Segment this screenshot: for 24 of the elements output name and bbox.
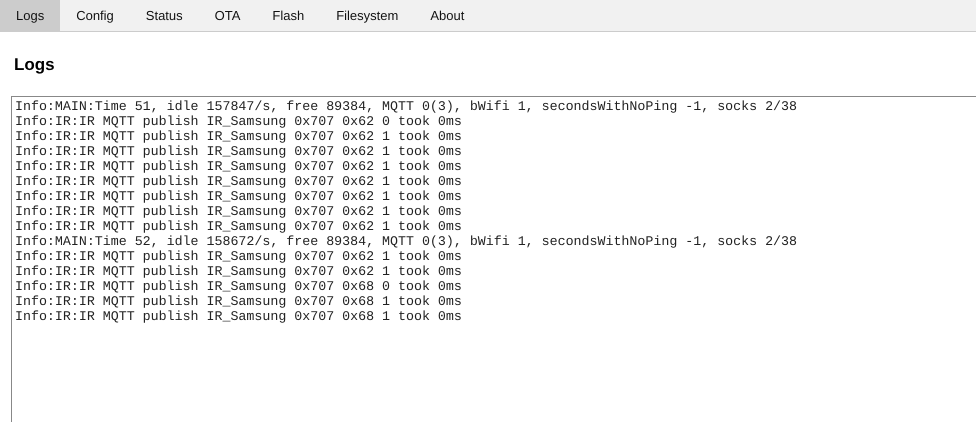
log-line: Info:IR:IR MQTT publish IR_Samsung 0x707 0x62 1 took 0ms <box>15 129 462 144</box>
log-line: Info:IR:IR MQTT publish IR_Samsung 0x707 0x68 1 took 0ms <box>15 309 462 324</box>
log-line: Info:IR:IR MQTT publish IR_Samsung 0x707 0x68 0 took 0ms <box>15 279 462 294</box>
log-line: Info:IR:IR MQTT publish IR_Samsung 0x707 0x62 1 took 0ms <box>15 204 462 219</box>
tab[interactable]: Flash <box>256 0 320 31</box>
log-line: Info:IR:IR MQTT publish IR_Samsung 0x707 0x62 1 took 0ms <box>15 219 462 234</box>
log-line: Info:MAIN:Time 51, idle 157847/s, free 89384, MQTT 0(3), bWifi 1, secondsWithNoPing -1, socks 2/38 <box>15 99 797 114</box>
log-line: Info:IR:IR MQTT publish IR_Samsung 0x707 0x62 1 took 0ms <box>15 249 462 264</box>
log-line: Info:IR:IR MQTT publish IR_Samsung 0x707 0x62 1 took 0ms <box>15 264 462 279</box>
log-line: Info:IR:IR MQTT publish IR_Samsung 0x707 0x62 1 took 0ms <box>15 189 462 204</box>
tab[interactable]: OTA <box>198 0 256 31</box>
log-line: Info:IR:IR MQTT publish IR_Samsung 0x707 0x62 1 took 0ms <box>15 159 462 174</box>
log-line: Info:IR:IR MQTT publish IR_Samsung 0x707 0x62 1 took 0ms <box>15 144 462 159</box>
tab[interactable]: Status <box>130 0 199 31</box>
tab[interactable]: About <box>414 0 480 31</box>
tab[interactable]: Logs <box>0 0 60 31</box>
page-heading: Logs <box>14 54 56 76</box>
log-line: Info:IR:IR MQTT publish IR_Samsung 0x707 0x68 1 took 0ms <box>15 294 462 309</box>
tab[interactable]: Filesystem <box>320 0 414 31</box>
log-line: Info:IR:IR MQTT publish IR_Samsung 0x707 0x62 1 took 0ms <box>15 174 462 189</box>
tab[interactable]: Config <box>60 0 130 31</box>
log-output-field[interactable] <box>11 96 976 422</box>
log-line: Info:MAIN:Time 52, idle 158672/s, free 89384, MQTT 0(3), bWifi 1, secondsWithNoPing -1, socks 2/38 <box>15 234 797 249</box>
log-line: Info:IR:IR MQTT publish IR_Samsung 0x707 0x62 0 took 0ms <box>15 114 462 129</box>
